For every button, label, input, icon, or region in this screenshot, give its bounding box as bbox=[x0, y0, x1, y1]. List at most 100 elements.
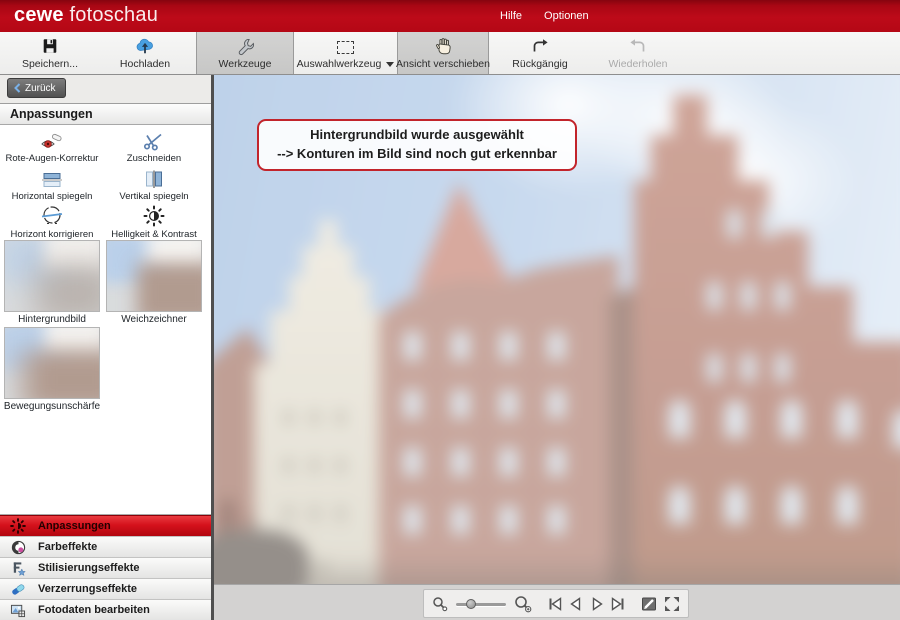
redo-icon bbox=[629, 37, 647, 55]
accordion-label: Verzerrungseffekte bbox=[38, 583, 137, 595]
selection-tool-label: Auswahlwerkzeug bbox=[297, 58, 395, 70]
sidebar: Zurück Anpassungen Rote-Augen-Korrektur … bbox=[0, 75, 211, 620]
red-eye-icon bbox=[39, 129, 65, 151]
zoom-out-button[interactable] bbox=[430, 592, 450, 616]
zoom-slider-handle[interactable] bbox=[466, 599, 476, 609]
thumbnail-image bbox=[106, 240, 202, 312]
accordion-anpassungen[interactable]: Anpassungen bbox=[0, 515, 211, 536]
thumbnail-bewegungsunschaerfe[interactable]: Bewegungsunschärfe bbox=[3, 327, 101, 412]
upload-button[interactable]: Hochladen bbox=[105, 32, 185, 74]
accordion-stilisierungseffekte[interactable]: Stilisierungseffekte bbox=[0, 557, 211, 578]
back-button[interactable]: Zurück bbox=[7, 78, 66, 98]
effect-thumbnails: Hintergrundbild Weichzeichner Bewegungsu… bbox=[3, 240, 207, 412]
photo-data-icon bbox=[8, 602, 28, 618]
horizon-icon bbox=[41, 205, 63, 227]
thumbnail-weichzeichner[interactable]: Weichzeichner bbox=[105, 240, 203, 325]
distortion-effects-icon bbox=[8, 581, 28, 597]
tool-red-eye[interactable]: Rote-Augen-Korrektur bbox=[3, 127, 101, 165]
tools-button[interactable]: Werkzeuge bbox=[196, 32, 294, 74]
tool-label: Rote-Augen-Korrektur bbox=[6, 153, 99, 164]
message-line-1: Hintergrundbild wurde ausgewählt bbox=[267, 126, 567, 145]
next-image-button[interactable] bbox=[588, 592, 606, 616]
tool-flip-vertical[interactable]: Vertikal spiegeln bbox=[105, 165, 203, 203]
thumbnail-label: Weichzeichner bbox=[121, 314, 186, 325]
menu-item-optionen[interactable]: Optionen bbox=[544, 10, 589, 22]
view-controls bbox=[423, 589, 689, 618]
pan-view-button[interactable]: Ansicht verschieben bbox=[397, 32, 489, 74]
color-effects-icon bbox=[8, 539, 28, 555]
photo-windows bbox=[284, 410, 293, 425]
accordion-label: Fotodaten bearbeiten bbox=[38, 604, 150, 616]
menu-item-hilfe[interactable]: Hilfe bbox=[500, 10, 522, 22]
undo-icon bbox=[531, 37, 549, 55]
tool-label: Horizont korrigieren bbox=[11, 229, 94, 240]
toolbar: Speichern... Hochladen Werkzeuge Auswahl… bbox=[0, 32, 900, 75]
fullscreen-button[interactable] bbox=[662, 592, 682, 616]
workspace: Zurück Anpassungen Rote-Augen-Korrektur … bbox=[0, 75, 900, 620]
accordion-label: Farbeffekte bbox=[38, 541, 97, 553]
back-label: Zurück bbox=[25, 83, 56, 94]
floppy-icon bbox=[41, 37, 59, 55]
accordion-farbeffekte[interactable]: Farbeffekte bbox=[0, 536, 211, 557]
selection-tool-button[interactable]: Auswahlwerkzeug bbox=[294, 32, 397, 74]
brightness-contrast-icon bbox=[143, 205, 165, 227]
thumbnail-image bbox=[4, 327, 100, 399]
tool-brightness-contrast[interactable]: Helligkeit & Kontrast bbox=[105, 203, 203, 241]
photo-canvas[interactable]: Hintergrundbild wurde ausgewählt --> Kon… bbox=[214, 75, 900, 584]
save-button[interactable]: Speichern... bbox=[12, 32, 88, 74]
photo-shadow bbox=[214, 530, 309, 584]
info-message-box: Hintergrundbild wurde ausgewählt --> Kon… bbox=[257, 119, 577, 171]
stylize-effects-icon bbox=[8, 560, 28, 576]
hand-icon bbox=[435, 37, 452, 55]
photo-shadow bbox=[214, 555, 900, 584]
app-window: cewe fotoschau Hilfe Optionen Speichern.… bbox=[0, 0, 900, 620]
cloud-upload-icon bbox=[135, 37, 155, 55]
accordion-fotodaten[interactable]: Fotodaten bearbeiten bbox=[0, 599, 211, 620]
zoom-slider-track[interactable] bbox=[456, 603, 506, 606]
zoom-slider[interactable] bbox=[456, 592, 506, 616]
chevron-down-icon bbox=[386, 62, 394, 67]
undo-button[interactable]: Rückgängig bbox=[500, 32, 580, 74]
tool-label: Zuschneiden bbox=[127, 153, 181, 164]
canvas-bottom-bar bbox=[214, 584, 900, 620]
flip-horizontal-icon bbox=[40, 167, 64, 189]
last-image-button[interactable] bbox=[609, 592, 627, 616]
tool-flip-horizontal[interactable]: Horizontal spiegeln bbox=[3, 165, 101, 203]
upload-label: Hochladen bbox=[120, 58, 170, 70]
thumbnail-hintergrundbild[interactable]: Hintergrundbild bbox=[3, 240, 101, 325]
wrench-icon bbox=[236, 37, 255, 55]
tool-horizon[interactable]: Horizont korrigieren bbox=[3, 203, 101, 241]
accordion-label: Stilisierungseffekte bbox=[38, 562, 139, 574]
adjustments-icon bbox=[8, 518, 28, 534]
thumbnail-label: Hintergrundbild bbox=[18, 314, 86, 325]
flip-vertical-icon bbox=[144, 167, 164, 189]
undo-label: Rückgängig bbox=[512, 58, 567, 70]
thumbnail-image bbox=[4, 240, 100, 312]
tool-label: Helligkeit & Kontrast bbox=[111, 229, 197, 240]
main-area: Hintergrundbild wurde ausgewählt --> Kon… bbox=[214, 75, 900, 620]
titlebar: cewe fotoschau Hilfe Optionen bbox=[0, 0, 900, 32]
photo-windows bbox=[669, 400, 690, 438]
first-image-button[interactable] bbox=[546, 592, 564, 616]
tools-label: Werkzeuge bbox=[219, 58, 272, 70]
pan-view-label: Ansicht verschieben bbox=[396, 58, 490, 70]
thumbnail-label: Bewegungsunschärfe bbox=[4, 401, 100, 412]
brand-light: fotoschau bbox=[70, 4, 159, 26]
adjustments-tool-grid: Rote-Augen-Korrektur Zuschneiden Horizon… bbox=[3, 127, 207, 241]
app-logo: cewe fotoschau bbox=[14, 4, 158, 27]
accordion-label: Anpassungen bbox=[38, 520, 111, 532]
selection-rect-icon bbox=[337, 37, 354, 55]
zoom-in-button[interactable] bbox=[512, 592, 534, 616]
save-label: Speichern... bbox=[22, 58, 78, 70]
redo-label: Wiederholen bbox=[609, 58, 668, 70]
brand-bold: cewe bbox=[14, 4, 64, 26]
tool-crop[interactable]: Zuschneiden bbox=[105, 127, 203, 165]
tool-label: Horizontal spiegeln bbox=[12, 191, 93, 202]
fit-edit-view-button[interactable] bbox=[639, 592, 659, 616]
previous-image-button[interactable] bbox=[567, 592, 585, 616]
accordion-verzerrungseffekte[interactable]: Verzerrungseffekte bbox=[0, 578, 211, 599]
photo-windows bbox=[404, 332, 421, 360]
redo-button[interactable]: Wiederholen bbox=[596, 32, 680, 74]
scissors-icon bbox=[142, 129, 166, 151]
sidebar-back-strip: Zurück bbox=[0, 75, 211, 103]
